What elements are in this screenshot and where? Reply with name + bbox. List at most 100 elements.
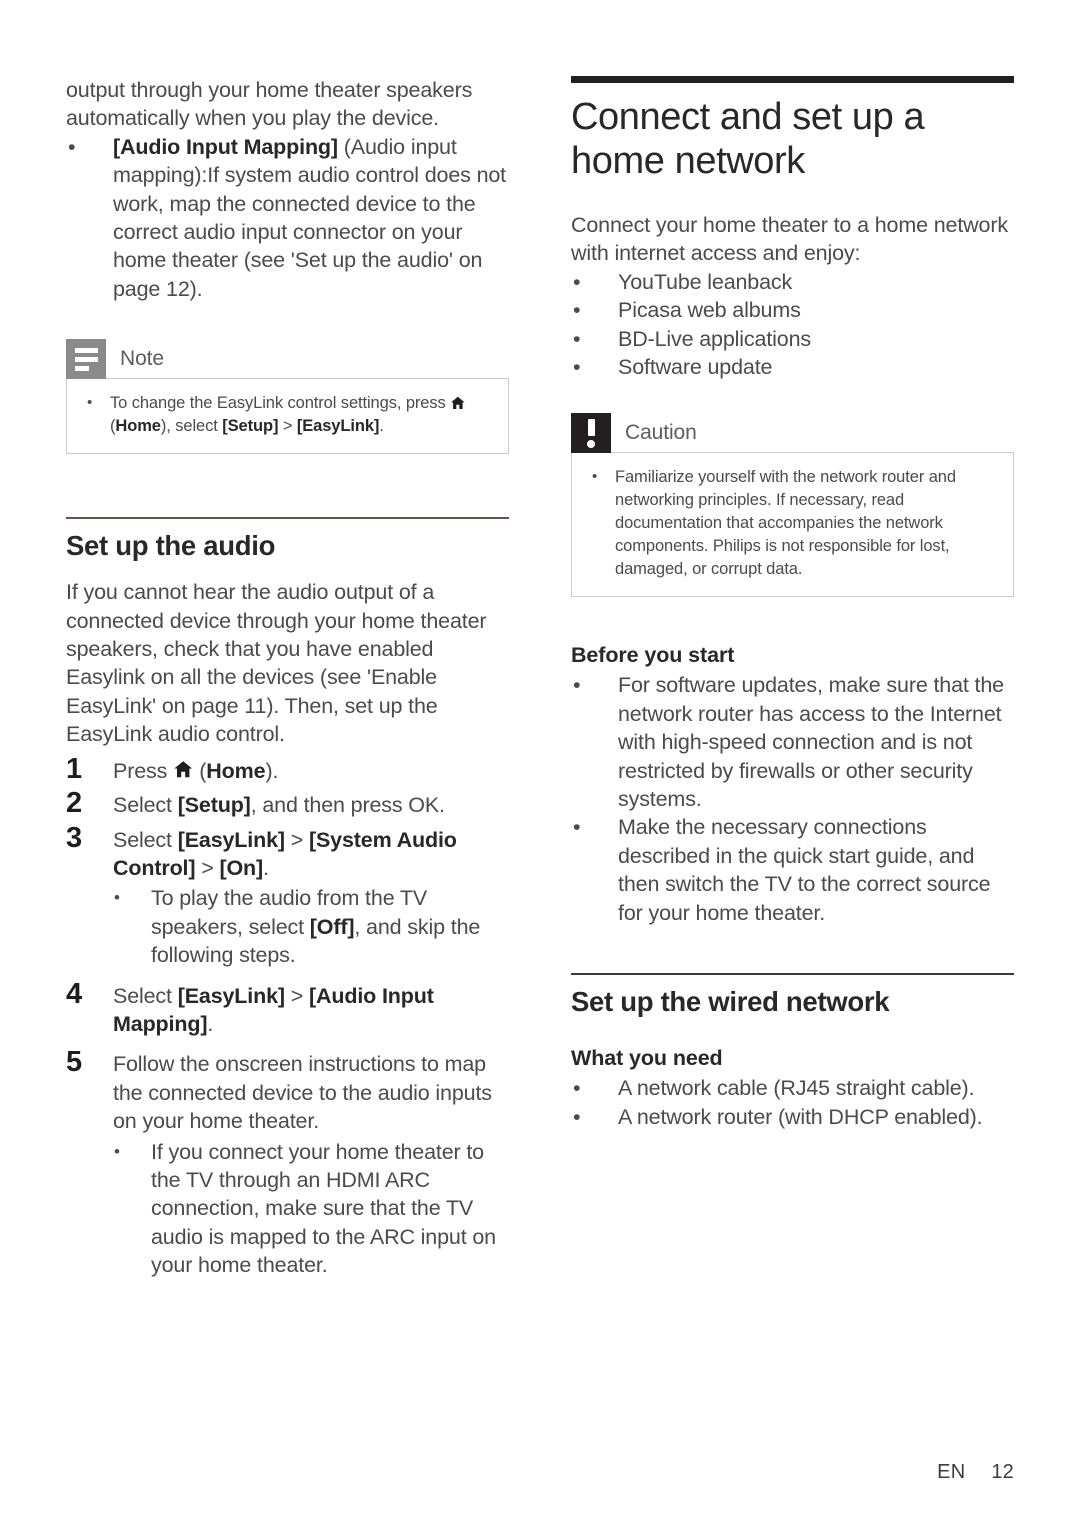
- bullet-dot-icon: •: [573, 269, 581, 294]
- caution-text: Familiarize yourself with the network ro…: [615, 468, 956, 579]
- step-5: 5 Follow the onscreen instructions to map…: [66, 1046, 509, 1135]
- step-2: 2 Select [Setup], and then press OK.: [66, 787, 509, 819]
- step-text-mid: >: [284, 983, 309, 1008]
- bullet-dot-icon: •: [87, 394, 93, 412]
- section-before-you-start: Before you start • For software updates, …: [571, 641, 1014, 927]
- list-item-label: A network router (with DHCP enabled).: [618, 1104, 983, 1129]
- step-bold-on: [On]: [219, 855, 264, 880]
- list-item-label: Make the necessary connections described…: [618, 815, 991, 925]
- section-heading-set-up-the-audio: Set up the audio: [66, 530, 276, 562]
- caution-callout-body: • Familiarize yourself with the network r…: [571, 452, 1014, 598]
- bullet-dot-icon: •: [114, 1141, 120, 1161]
- note-setup-bold: [Setup]: [222, 417, 279, 436]
- home-icon: [173, 759, 193, 779]
- bullet-dot-icon: •: [573, 326, 581, 351]
- note-text-part1: To change the EasyLink control settings,…: [110, 394, 451, 413]
- list-item: • Make the necessary connections describe…: [571, 813, 1014, 927]
- list-item-label: For software updates, make sure that the…: [618, 673, 1004, 812]
- bullet-dot-icon: •: [114, 888, 120, 908]
- list-item-label: Software update: [618, 355, 773, 380]
- page-footer: EN 12: [937, 1461, 1014, 1484]
- step-text-mid: >: [284, 827, 309, 852]
- title-rule: [571, 76, 1014, 83]
- step-text-pre: Follow the onscreen instructions to map …: [113, 1052, 492, 1134]
- subheading-what-you-need: What you need: [571, 1046, 723, 1071]
- list-item-label: Picasa web albums: [618, 298, 801, 323]
- step-bold-setup: [Setup]: [177, 793, 251, 818]
- home-icon: [450, 395, 466, 411]
- section-heading-wired-network: Set up the wired network: [571, 986, 890, 1018]
- subheading-before-you-start: Before you start: [571, 643, 735, 668]
- step-text-pre: Press: [113, 758, 174, 783]
- page-title: Connect and set up a home network: [571, 96, 925, 182]
- note-home-bold: Home: [115, 417, 161, 436]
- step-3-subbullet: • To play the audio from the TV speakers,…: [66, 884, 509, 969]
- list-item: • A network cable (RJ45 straight cable).: [571, 1074, 1014, 1102]
- caution-callout: Caution • Familiarize yourself with the n…: [571, 413, 1014, 598]
- step-text-post: , and then press OK.: [250, 793, 445, 818]
- list-item-label: A network cable (RJ45 straight cable).: [618, 1076, 975, 1101]
- note-text-part5: .: [379, 417, 384, 436]
- bullet-dot-icon: •: [573, 815, 581, 840]
- list-item: • BD-Live applications: [571, 325, 1014, 353]
- section-rule: [571, 973, 1014, 976]
- note-callout: Note • To change the EasyLink control set…: [66, 339, 509, 455]
- right-column: Connect and set up a home network Connec…: [571, 76, 1014, 1131]
- list-item-label: YouTube leanback: [618, 269, 793, 294]
- step-text-post: .: [207, 1011, 214, 1036]
- caution-callout-title: Caution: [625, 421, 697, 445]
- bullet-dot-icon: •: [573, 298, 581, 323]
- bullet-dot-icon: •: [573, 355, 581, 380]
- section-set-up-the-audio: Set up the audio If you cannot hear the …: [66, 517, 509, 748]
- caution-bullet: • Familiarize yourself with the network r…: [588, 466, 997, 581]
- step-text-mid2: >: [195, 855, 220, 880]
- list-item: • For software updates, make sure that th…: [571, 671, 1014, 813]
- step-5-subbullet: • If you connect your home theater to the…: [66, 1138, 509, 1280]
- step-text-pre: Select: [113, 983, 178, 1008]
- step-text-mid: (: [193, 758, 207, 783]
- caution-callout-header: Caution: [571, 413, 1014, 454]
- list-item: • A network router (with DHCP enabled).: [571, 1103, 1014, 1131]
- bullet-dot-icon: •: [68, 134, 76, 159]
- section-rule: [66, 517, 509, 520]
- note-text-part4: >: [278, 417, 297, 436]
- bullet-audio-input-mapping: • [Audio Input Mapping] (Audio input map…: [66, 133, 509, 303]
- step-number: 2: [66, 787, 82, 820]
- step-bold-easylink: [EasyLink]: [177, 983, 285, 1008]
- subbullet-text: If you connect your home theater to the …: [151, 1139, 496, 1278]
- note-easylink-bold: [EasyLink]: [296, 417, 380, 436]
- section-set-up-the-wired-network: Set up the wired network What you need •…: [571, 973, 1014, 1131]
- step-4: 4 Select [EasyLink] > [Audio Input Mappin…: [66, 978, 509, 1039]
- subbullet-bold-off: [Off]: [309, 914, 355, 939]
- section-intro-paragraph: If you cannot hear the audio output of a…: [66, 580, 487, 747]
- list-item-label: BD-Live applications: [618, 326, 811, 351]
- note-text-part3: ), select: [160, 417, 223, 436]
- note-callout-body: • To change the EasyLink control settings…: [66, 378, 509, 455]
- note-bullet: • To change the EasyLink control settings…: [83, 392, 492, 438]
- step-text-post: ).: [265, 758, 279, 783]
- step-number: 1: [66, 752, 82, 785]
- feature-bullet-list: • YouTube leanback • Picasa web albums • BD…: [571, 268, 1014, 382]
- bullet-dot-icon: •: [573, 673, 581, 698]
- step-1: 1 Press (Home).: [66, 753, 509, 785]
- intro-paragraph: Connect your home theater to a home netw…: [571, 213, 1008, 266]
- step-text-pre: Select: [113, 827, 178, 852]
- step-3: 3 Select [EasyLink] > [System Audio Contr…: [66, 822, 509, 883]
- continued-paragraph: output through your home theater speaker…: [66, 78, 473, 131]
- note-lines-icon: [66, 339, 106, 380]
- list-item: • Software update: [571, 353, 1014, 381]
- note-callout-header: Note: [66, 339, 509, 380]
- manual-page: output through your home theater speaker…: [0, 0, 1080, 1527]
- footer-page-number: 12: [991, 1461, 1014, 1483]
- bullet-dot-icon: •: [592, 468, 598, 486]
- note-callout-title: Note: [120, 347, 164, 371]
- exclamation-icon: [571, 413, 611, 454]
- bullet-body-text: (Audio input mapping):If system audio co…: [113, 134, 507, 301]
- bullet-dot-icon: •: [573, 1076, 581, 1101]
- footer-language: EN: [937, 1461, 966, 1483]
- list-item: • Picasa web albums: [571, 296, 1014, 324]
- step-text-post: .: [263, 855, 269, 880]
- step-bold-easylink: [EasyLink]: [177, 827, 285, 852]
- left-column: output through your home theater speaker…: [66, 76, 509, 1280]
- step-bold-home: Home: [206, 758, 266, 783]
